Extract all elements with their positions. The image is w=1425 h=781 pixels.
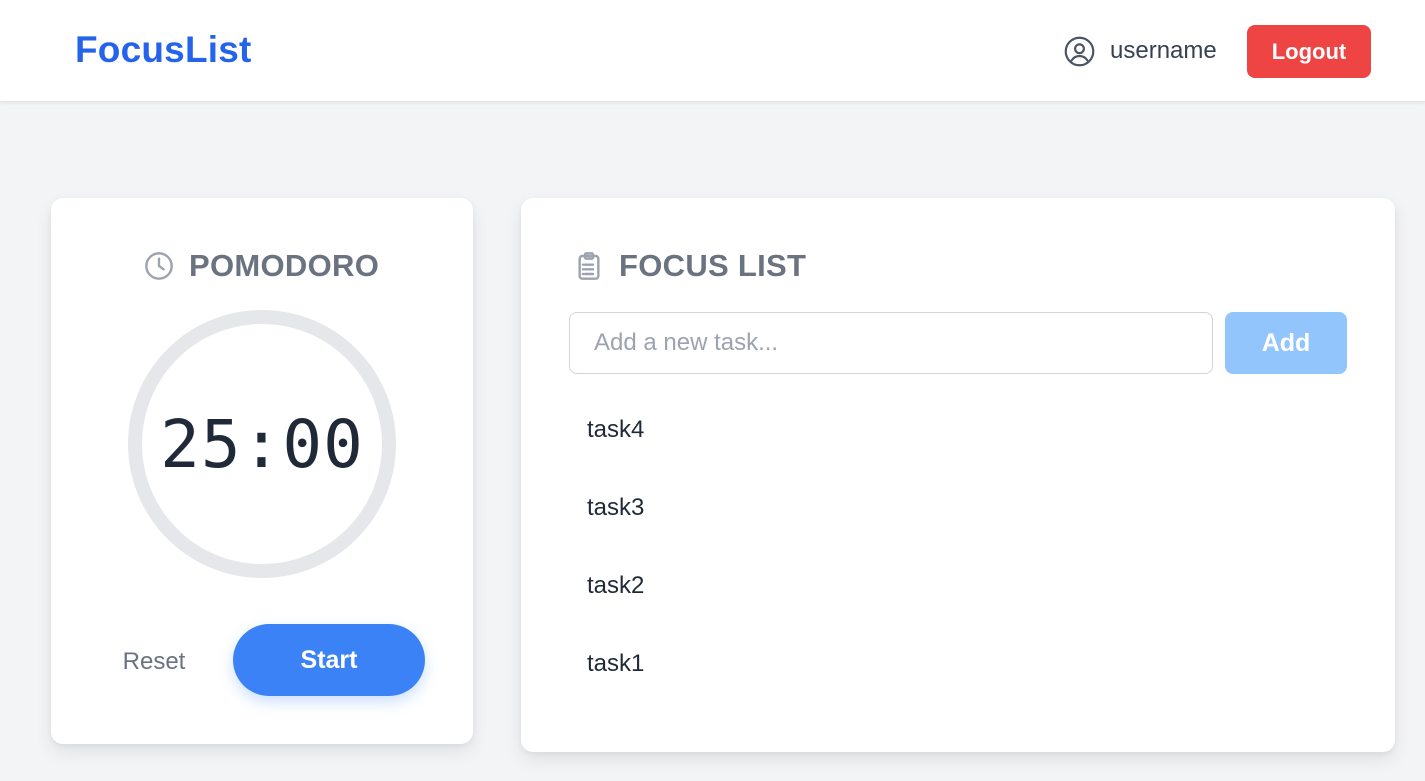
focus-list-card: FOCUS LIST Add task4 task3 task2 task1 — [521, 198, 1395, 752]
add-task-button[interactable]: Add — [1225, 312, 1347, 374]
focus-list-title-text: FOCUS LIST — [619, 248, 807, 283]
new-task-input[interactable] — [569, 312, 1213, 374]
task-item[interactable]: task3 — [569, 482, 1347, 560]
start-button[interactable]: Start — [233, 624, 425, 696]
pomodoro-title: POMODORO — [143, 248, 379, 284]
clipboard-list-icon — [573, 250, 605, 282]
task-label: task4 — [587, 416, 645, 443]
task-item[interactable]: task2 — [569, 560, 1347, 638]
user-circle-icon — [1063, 35, 1096, 68]
app-header: FocusList username Logout — [0, 0, 1425, 102]
brand-logo[interactable]: FocusList — [75, 29, 252, 71]
task-label: task2 — [587, 572, 645, 599]
timer-display: 25:00 — [160, 405, 364, 483]
username-label: username — [1110, 37, 1217, 64]
task-label: task1 — [587, 650, 645, 677]
task-list: task4 task3 task2 task1 — [569, 404, 1347, 716]
logout-button[interactable]: Logout — [1247, 25, 1371, 78]
pomodoro-card: POMODORO 25:00 Reset Start — [51, 198, 473, 744]
pomodoro-title-text: POMODORO — [189, 248, 380, 283]
task-label: task3 — [587, 494, 645, 521]
reset-button[interactable]: Reset — [109, 642, 199, 682]
timer-ring: 25:00 — [128, 310, 396, 578]
task-item[interactable]: task1 — [569, 638, 1347, 716]
user-info: username — [1063, 34, 1217, 68]
clock-icon — [143, 250, 175, 282]
task-item[interactable]: task4 — [569, 404, 1347, 482]
focus-list-title: FOCUS LIST — [573, 248, 806, 284]
